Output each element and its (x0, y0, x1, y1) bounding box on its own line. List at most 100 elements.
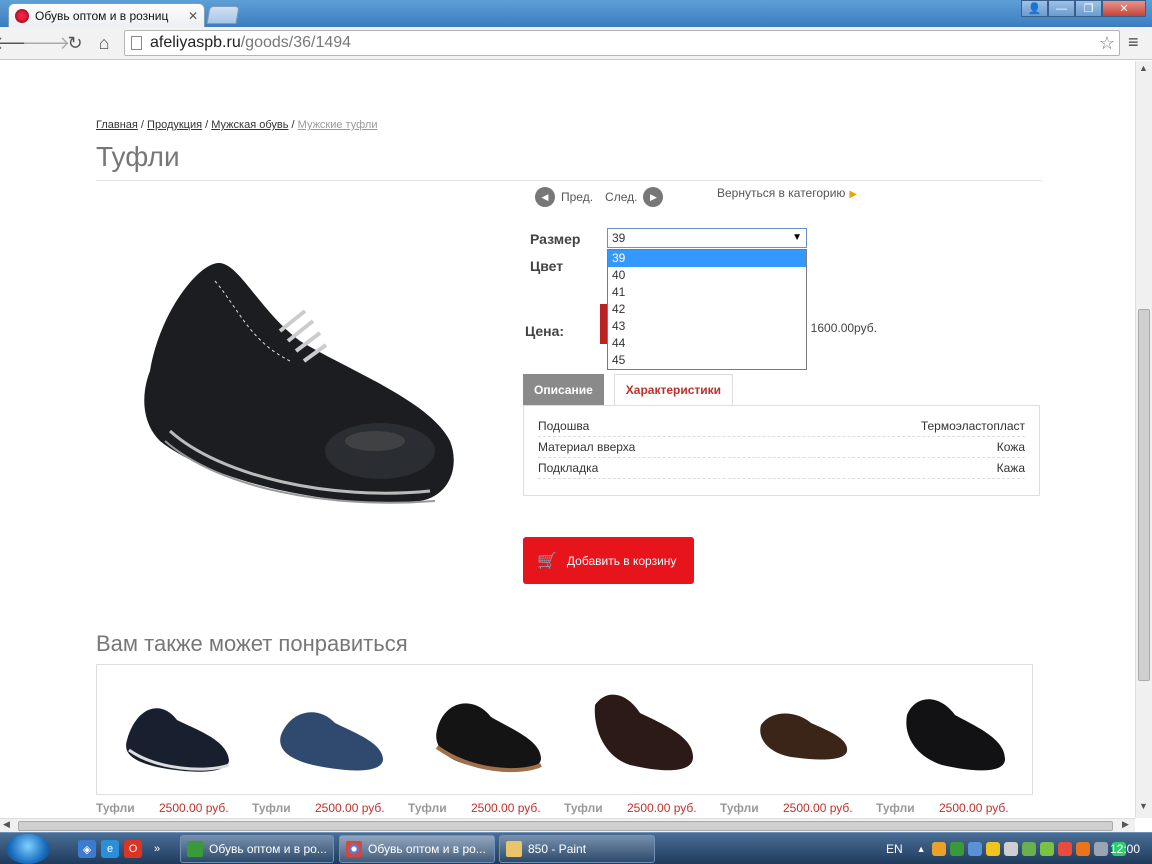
product-thumbnail[interactable] (585, 685, 705, 780)
next-arrow-icon[interactable]: ▶ (643, 187, 664, 207)
volume-icon[interactable] (1093, 842, 1108, 856)
add-to-cart-button[interactable]: 🛒 Добавить в корзину (523, 537, 694, 584)
characteristic-name: Подкладка (538, 461, 599, 475)
app-a-icon (187, 841, 203, 857)
maximize-button[interactable]: ❐ (1075, 0, 1102, 17)
breadcrumb: Главная / Продукция / Мужская обувь / Му… (96, 119, 377, 131)
tray-app-icon[interactable] (949, 842, 964, 856)
price-value: : 1600.00руб. (804, 321, 877, 335)
scroll-up-icon[interactable]: ▲ (1139, 63, 1148, 73)
product-thumbnail[interactable] (273, 685, 393, 780)
product-name[interactable]: Туфли (96, 801, 135, 815)
tray-app-icon[interactable] (931, 842, 946, 856)
new-tab-button[interactable] (206, 6, 240, 24)
characteristic-row: Подкладка Кажа (538, 458, 1025, 479)
size-option[interactable]: 40 (608, 267, 806, 284)
size-option[interactable]: 39 (608, 250, 806, 267)
taskbar-task[interactable]: Обувь оптом и в ро... (180, 835, 334, 863)
tray-app-icon[interactable] (1021, 842, 1036, 856)
scroll-left-icon[interactable]: ◀ (3, 819, 10, 830)
scroll-right-icon[interactable]: ▶ (1122, 819, 1129, 830)
prev-arrow-icon[interactable]: ◀ (535, 187, 555, 207)
tray-expand-icon[interactable]: ▲ (917, 844, 926, 854)
user-icon[interactable]: 👤 (1021, 0, 1048, 17)
size-option[interactable]: 44 (608, 335, 806, 352)
taskbar-task[interactable]: 850 - Paint (499, 835, 655, 863)
breadcrumb-separator: / (137, 119, 148, 131)
reload-icon[interactable]: ↻ (64, 32, 86, 54)
color-label: Цвет (530, 258, 564, 274)
explorer-icon[interactable]: ◈ (78, 840, 96, 858)
system-tray: EN ▲ (886, 833, 1130, 864)
browser-menu-icon[interactable]: ≡ (1128, 32, 1139, 53)
paint-icon (506, 841, 522, 857)
product-price: 2500.00 руб. (315, 801, 385, 815)
product-thumbnail[interactable] (429, 685, 549, 780)
product-tabs: Описание Характеристики (523, 374, 734, 406)
product-thumbnail[interactable] (741, 685, 861, 780)
add-to-cart-label: Добавить в корзину (566, 553, 677, 568)
minimize-button[interactable]: — (1048, 0, 1075, 17)
breadcrumb-home-link[interactable]: Главная (96, 119, 138, 131)
quicklaunch-expand-icon[interactable]: » (148, 840, 166, 858)
horizontal-scrollbar[interactable]: ◀ ▶ (0, 818, 1135, 832)
product-name[interactable]: Туфли (252, 801, 291, 815)
prev-label[interactable]: Пред. (561, 190, 593, 204)
product-image[interactable] (130, 251, 470, 511)
opera-icon[interactable]: O (124, 840, 142, 858)
product-price: 2500.00 руб. (939, 801, 1009, 815)
tray-app-icon[interactable] (1003, 842, 1018, 856)
address-bar[interactable]: afeliyaspb.ru /goods/36/1494 ☆ (124, 30, 1120, 56)
vertical-scroll-thumb[interactable] (1138, 309, 1150, 681)
start-button[interactable] (6, 834, 50, 864)
back-to-category-link[interactable]: Вернуться в категорию ▶ (717, 186, 857, 200)
browser-tab[interactable]: Обувь оптом и в розниц ✕ (8, 3, 205, 27)
taskbar-task-active[interactable]: Обувь оптом и в ро... (339, 835, 495, 863)
breadcrumb-products-link[interactable]: Продукция (147, 119, 202, 131)
task-label: Обувь оптом и в ро... (368, 842, 486, 856)
size-label: Размер (530, 231, 581, 247)
price-label: Цена: (525, 323, 565, 339)
size-option[interactable]: 43 (608, 318, 806, 335)
dropdown-arrow-icon[interactable]: ▼ (792, 229, 802, 247)
size-option[interactable]: 41 (608, 284, 806, 301)
size-option[interactable]: 42 (608, 301, 806, 318)
language-indicator[interactable]: EN (886, 842, 903, 856)
breadcrumb-mens-shoes-link[interactable]: Мужская обувь (211, 119, 288, 131)
product-name[interactable]: Туфли (564, 801, 603, 815)
tab-characteristics[interactable]: Характеристики (613, 374, 734, 406)
size-option[interactable]: 45 (608, 352, 806, 369)
clock[interactable]: 12:00 (1110, 842, 1140, 856)
internet-explorer-icon[interactable]: e (101, 840, 119, 858)
product-thumbnail[interactable] (897, 685, 1017, 780)
product-name[interactable]: Туфли (720, 801, 759, 815)
triangle-right-icon: ▶ (849, 189, 858, 200)
tray-app-icon[interactable] (1057, 842, 1072, 856)
tab-close-icon[interactable]: ✕ (188, 9, 198, 23)
scroll-down-icon[interactable]: ▼ (1139, 801, 1148, 811)
warning-icon[interactable] (985, 842, 1000, 856)
characteristic-row: Материал вверха Кожа (538, 437, 1025, 458)
bookmark-star-icon[interactable]: ☆ (1099, 33, 1115, 54)
product-thumbnail[interactable] (117, 685, 237, 780)
tray-app-icon[interactable] (1075, 842, 1090, 856)
product-name[interactable]: Туфли (408, 801, 447, 815)
close-window-button[interactable]: ✕ (1102, 0, 1146, 17)
tray-app-icon[interactable] (1039, 842, 1054, 856)
next-label[interactable]: След. (605, 190, 637, 204)
breadcrumb-separator: / (288, 119, 298, 131)
horizontal-scroll-thumb[interactable] (18, 821, 1113, 831)
home-icon[interactable]: ⌂ (93, 32, 115, 54)
network-icon[interactable] (967, 842, 982, 856)
product-price: 2500.00 руб. (783, 801, 853, 815)
characteristic-value: Кожа (996, 440, 1025, 454)
tab-description[interactable]: Описание (523, 374, 604, 405)
vertical-scrollbar[interactable]: ▲ ▼ (1135, 61, 1152, 818)
product-name[interactable]: Туфли (876, 801, 915, 815)
size-dropdown-list: 39 40 41 42 43 44 45 (607, 249, 807, 370)
characteristics-panel: Подошва Термоэластопласт Материал вверха… (523, 405, 1040, 496)
product-price: 2500.00 руб. (627, 801, 697, 815)
forward-arrow-icon[interactable]: 🡒 (22, 32, 70, 54)
breadcrumb-current[interactable]: Мужские туфли (298, 119, 378, 131)
size-select[interactable]: 39 ▼ (607, 228, 807, 248)
